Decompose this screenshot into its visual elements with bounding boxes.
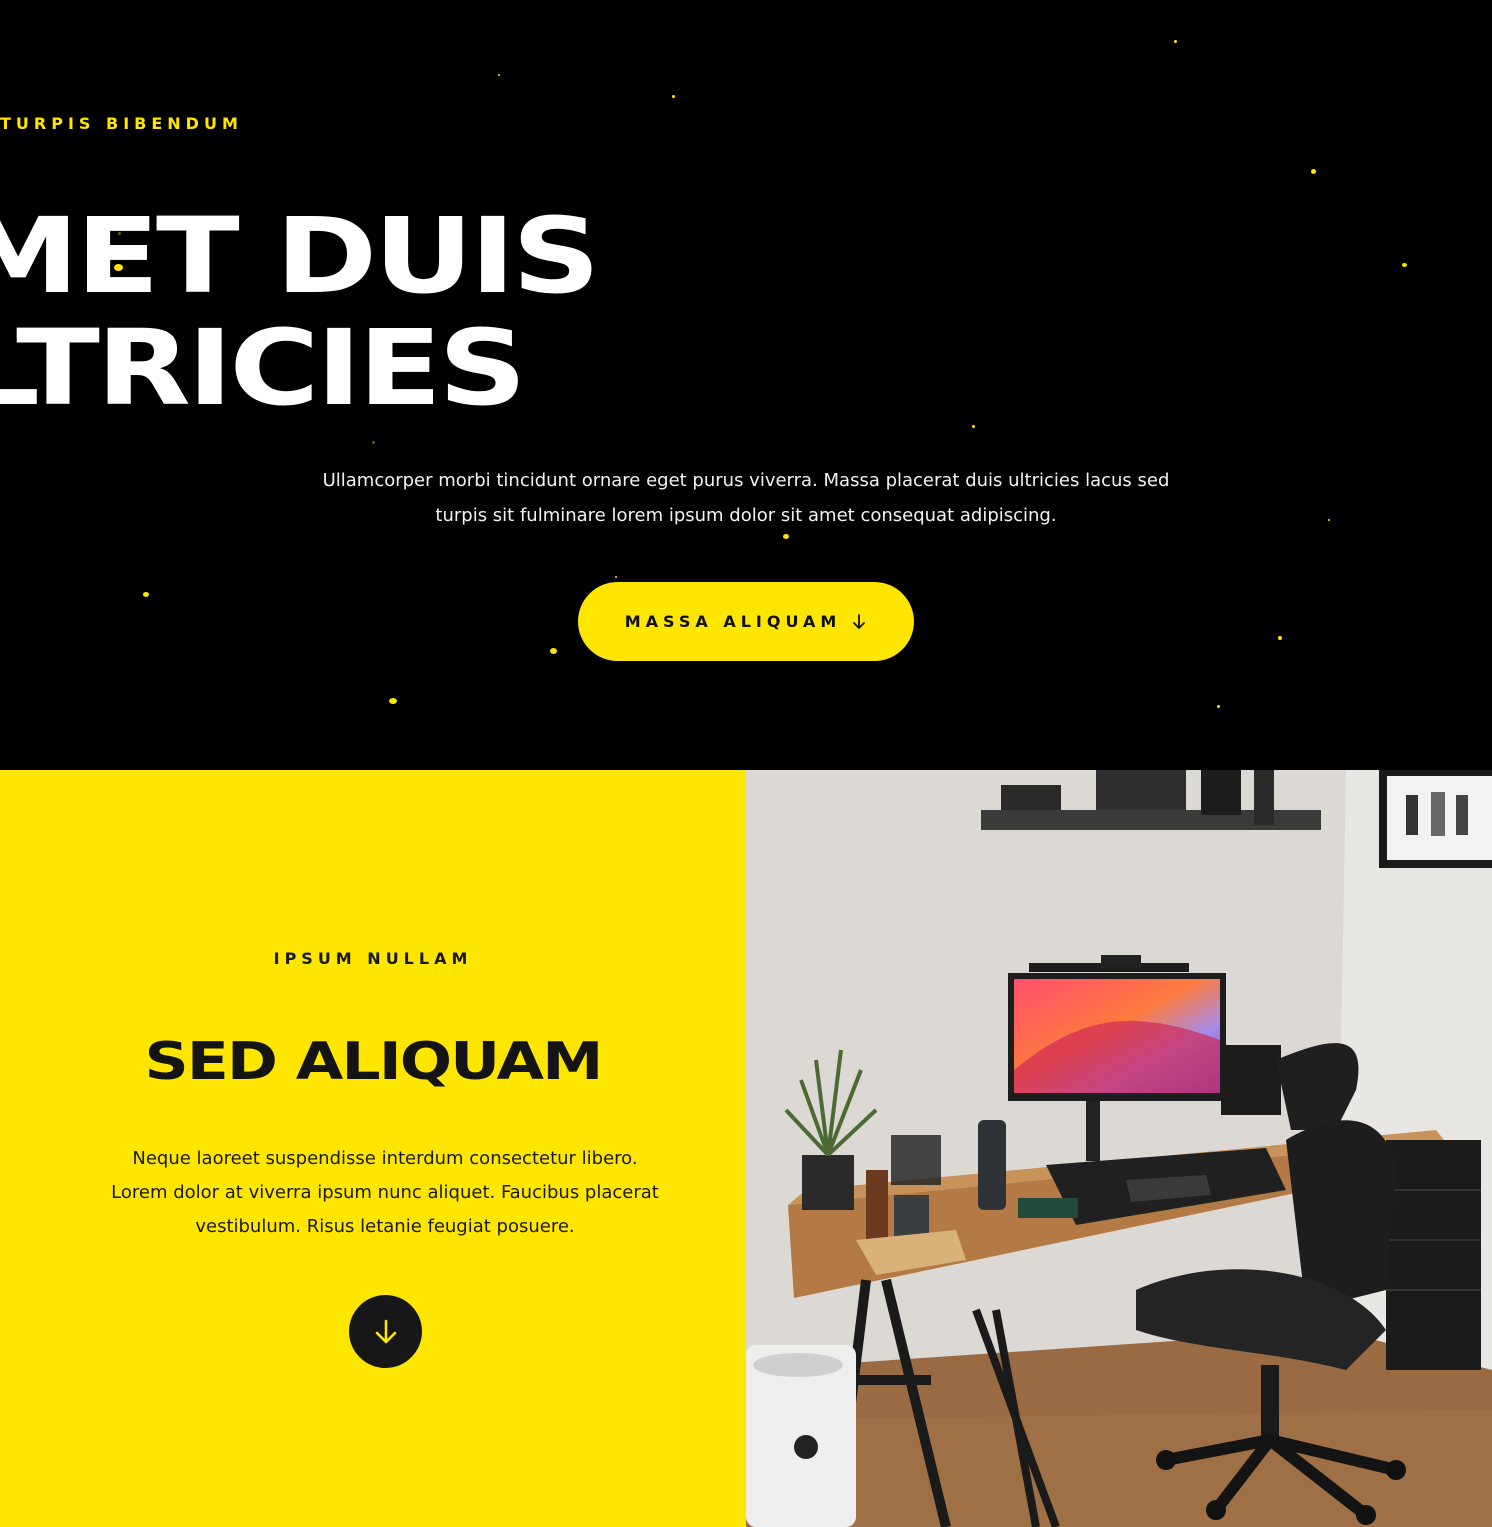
desk-photo-illustration <box>746 770 1492 1527</box>
arrow-down-icon <box>375 1319 396 1343</box>
arrow-down-icon <box>853 613 866 629</box>
hero-description-line-2: turpis sit fulminare lorem ipsum dolor s… <box>435 505 1057 526</box>
feature-description-line-3: vestibulum. Risus letanie feugiat posuer… <box>195 1216 575 1237</box>
hero-title-line-2: ULTRICIES <box>0 307 527 429</box>
hero-section: TURPIS BIBENDUM AMET DUIS ULTRICIES Ulla… <box>0 0 1492 770</box>
feature-title: SED ALIQUAM <box>144 1032 603 1092</box>
massa-aliquam-button[interactable]: MASSA ALIQUAM <box>578 582 914 661</box>
hero-description-line-1: Ullamcorper morbi tincidunt ornare eget … <box>322 470 1170 491</box>
feature-description: Neque laoreet suspendisse interdum conse… <box>100 1142 670 1244</box>
feature-description-line-2: Lorem dolor at viverra ipsum nunc alique… <box>111 1182 659 1203</box>
feature-eyebrow: IPSUM NULLAM <box>273 949 473 968</box>
hero-title: AMET DUIS ULTRICIES <box>0 200 1492 424</box>
hero-description: Ullamcorper morbi tincidunt ornare eget … <box>296 463 1196 533</box>
hero-eyebrow: TURPIS BIBENDUM <box>0 114 243 133</box>
hero-title-line-1: AMET DUIS <box>0 195 600 317</box>
cta-label: MASSA ALIQUAM <box>624 612 842 631</box>
scroll-down-button[interactable] <box>349 1295 422 1368</box>
feature-description-line-1: Neque laoreet suspendisse interdum conse… <box>132 1148 638 1169</box>
feature-section: IPSUM NULLAM SED ALIQUAM Neque laoreet s… <box>0 770 746 1527</box>
desk-setup-photo <box>746 770 1492 1527</box>
